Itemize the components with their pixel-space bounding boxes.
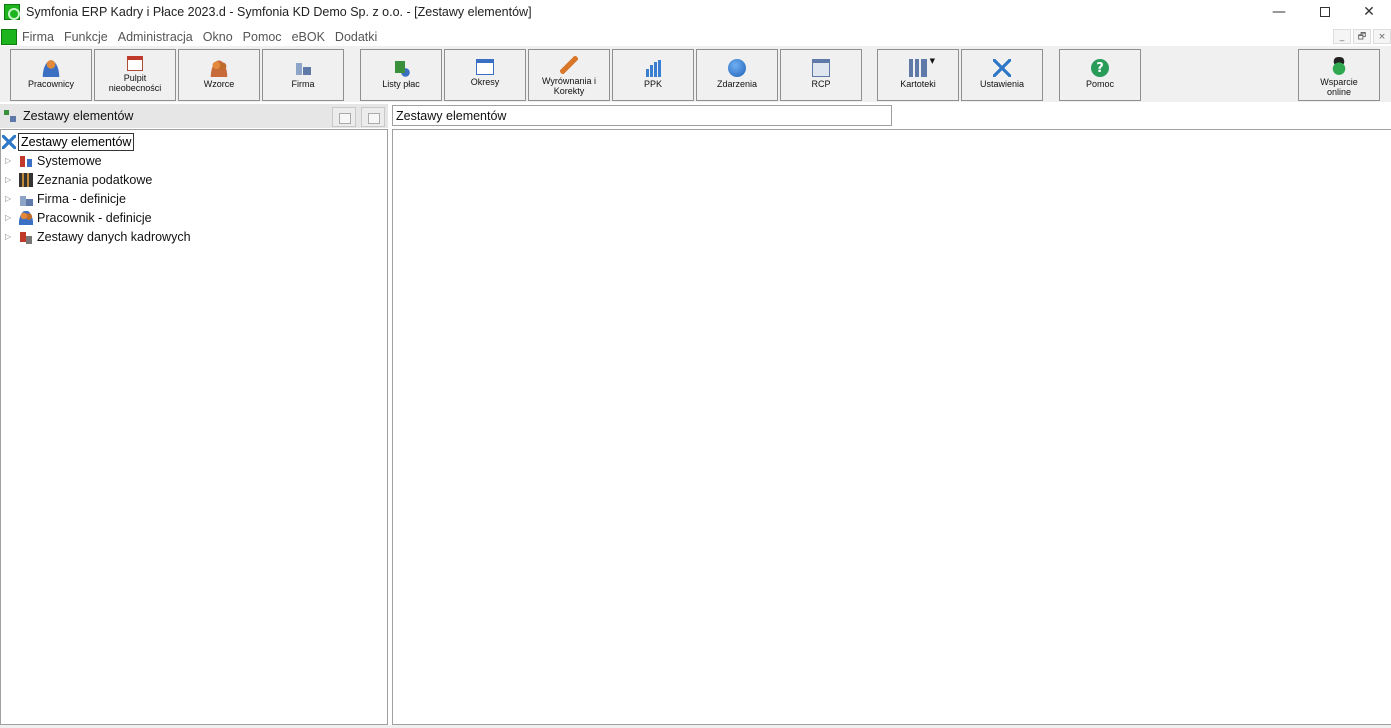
menu-bar: Firma Funkcje Administracja Okno Pomoc e… (0, 27, 1391, 46)
hr-data-icon (19, 229, 33, 244)
expand-arrow-icon[interactable]: ▷ (5, 213, 14, 222)
firma-label: Firma (291, 79, 315, 89)
dropdown-caret-icon: ▼ (929, 57, 935, 65)
tree-item-firma-definicje[interactable]: ▷ Firma - definicje (1, 189, 126, 208)
listy-plac-button[interactable]: Listy płac (360, 49, 442, 101)
tree-root-label: Zestawy elementów (18, 133, 135, 151)
pulpit-nieobecnosci-button[interactable]: Pulpit nieobecności (94, 49, 176, 101)
close-button[interactable]: ✕ (1346, 0, 1391, 24)
toolbar: Pracownicy Pulpit nieobecności Wzorce Fi… (0, 46, 1391, 102)
left-panel-title: Zestawy elementów (23, 109, 134, 123)
globe-icon (728, 59, 746, 77)
ustawienia-button[interactable]: Ustawienia (961, 49, 1043, 101)
firma-button[interactable]: Firma (262, 49, 344, 101)
zdarzenia-button[interactable]: Zdarzenia (696, 49, 778, 101)
wyrownania-korekty-button[interactable]: Wyrównania i Korekty (528, 49, 610, 101)
calendar-icon (127, 56, 143, 71)
building-icon (19, 191, 33, 206)
menu-pomoc[interactable]: Pomoc (243, 30, 282, 44)
tree-panel: Zestawy elementów ▷ Systemowe ▷ Zeznania… (0, 129, 388, 725)
menu-funkcje[interactable]: Funkcje (64, 30, 108, 44)
element-sets-icon (3, 109, 17, 123)
tree-item-label: Pracownik - definicje (37, 210, 152, 225)
pomoc-label: Pomoc (1085, 79, 1114, 89)
header-action-button-1[interactable] (332, 107, 356, 127)
tree-item-zeznania-podatkowe[interactable]: ▷ Zeznania podatkowe (1, 170, 152, 189)
title-bar: Symfonia ERP Kadry i Płace 2023.d - Symf… (0, 0, 1391, 24)
help-icon: ? (1091, 59, 1109, 77)
wzorce-label: Wzorce (203, 79, 235, 89)
tree-item-zestawy-danych-kadrowych[interactable]: ▷ Zestawy danych kadrowych (1, 227, 191, 246)
tree-item-pracownik-definicje[interactable]: ▷ Pracownik - definicje (1, 208, 152, 227)
bar-chart-icon (644, 59, 662, 77)
expand-arrow-icon[interactable]: ▷ (5, 194, 14, 203)
pulpit-nieobecnosci-label: Pulpit nieobecności (108, 73, 162, 93)
support-icon (1330, 57, 1348, 75)
pracownicy-button[interactable]: Pracownicy (10, 49, 92, 101)
group-icon (19, 210, 33, 225)
rcp-label: RCP (811, 79, 831, 89)
minimize-button[interactable]: — (1256, 0, 1302, 24)
expand-arrow-icon[interactable]: ▷ (5, 232, 14, 241)
kartoteki-button[interactable]: ▼ Kartoteki (877, 49, 959, 101)
zdarzenia-label: Zdarzenia (716, 79, 758, 89)
maximize-icon (1320, 7, 1330, 17)
window-title: Symfonia ERP Kadry i Płace 2023.d - Symf… (26, 5, 532, 19)
menu-dodatki[interactable]: Dodatki (335, 30, 377, 44)
wsparcie-online-button[interactable]: Wsparcie online (1298, 49, 1380, 101)
mdi-close-button[interactable]: × (1373, 29, 1391, 44)
mdi-restore-button[interactable]: 🗗 (1353, 29, 1371, 44)
tools-icon (993, 59, 1011, 77)
kartoteki-label: Kartoteki (900, 79, 936, 89)
menu-okno[interactable]: Okno (203, 30, 233, 44)
books-icon: ▼ (909, 57, 935, 77)
tree-item-systemowe[interactable]: ▷ Systemowe (1, 151, 102, 170)
tree-root[interactable]: Zestawy elementów (1, 132, 135, 152)
wsparcie-online-label: Wsparcie online (1320, 77, 1358, 97)
system-icon (19, 153, 33, 168)
group-icon (210, 59, 228, 77)
rcp-icon (812, 59, 830, 77)
right-panel-title: Zestawy elementów (392, 105, 892, 126)
building-icon (294, 59, 312, 77)
menu-ebok[interactable]: eBOK (292, 30, 325, 44)
arrow-icon (560, 56, 578, 74)
tree-item-label: Systemowe (37, 153, 102, 168)
person-icon (42, 59, 60, 77)
okresy-button[interactable]: Okresy (444, 49, 526, 101)
tree-item-label: Firma - definicje (37, 191, 126, 206)
tax-binders-icon (19, 172, 33, 187)
content-panel (392, 129, 1391, 725)
window-icon (476, 59, 494, 75)
close-icon: ✕ (1363, 4, 1375, 20)
menu-firma[interactable]: Firma (22, 30, 54, 44)
maximize-button[interactable] (1302, 0, 1348, 24)
header-action-button-2[interactable] (361, 107, 385, 127)
ustawienia-label: Ustawienia (979, 79, 1025, 89)
tools-icon (2, 135, 16, 149)
left-panel-header: Zestawy elementów (0, 104, 388, 128)
mdi-controls: _ 🗗 × (1331, 29, 1391, 44)
tree-item-label: Zeznania podatkowe (37, 172, 153, 187)
pracownicy-label: Pracownicy (27, 79, 74, 89)
expand-arrow-icon[interactable]: ▷ (5, 156, 14, 165)
pomoc-button[interactable]: ? Pomoc (1059, 49, 1141, 101)
listy-plac-label: Listy płac (382, 79, 420, 89)
wyrownania-korekty-label: Wyrównania i Korekty (542, 76, 596, 96)
ppk-label: PPK (643, 79, 662, 89)
rcp-button[interactable]: RCP (780, 49, 862, 101)
menu-administracja[interactable]: Administracja (118, 30, 193, 44)
app-icon (4, 4, 20, 20)
okresy-label: Okresy (470, 77, 500, 87)
tree-item-label: Zestawy danych kadrowych (37, 229, 191, 244)
payroll-list-icon (392, 59, 410, 77)
minimize-icon: — (1272, 4, 1286, 20)
wzorce-button[interactable]: Wzorce (178, 49, 260, 101)
expand-arrow-icon[interactable]: ▷ (5, 175, 14, 184)
app-menu-icon[interactable] (1, 28, 17, 45)
ppk-button[interactable]: PPK (612, 49, 694, 101)
mdi-minimize-button[interactable]: _ (1333, 29, 1351, 44)
